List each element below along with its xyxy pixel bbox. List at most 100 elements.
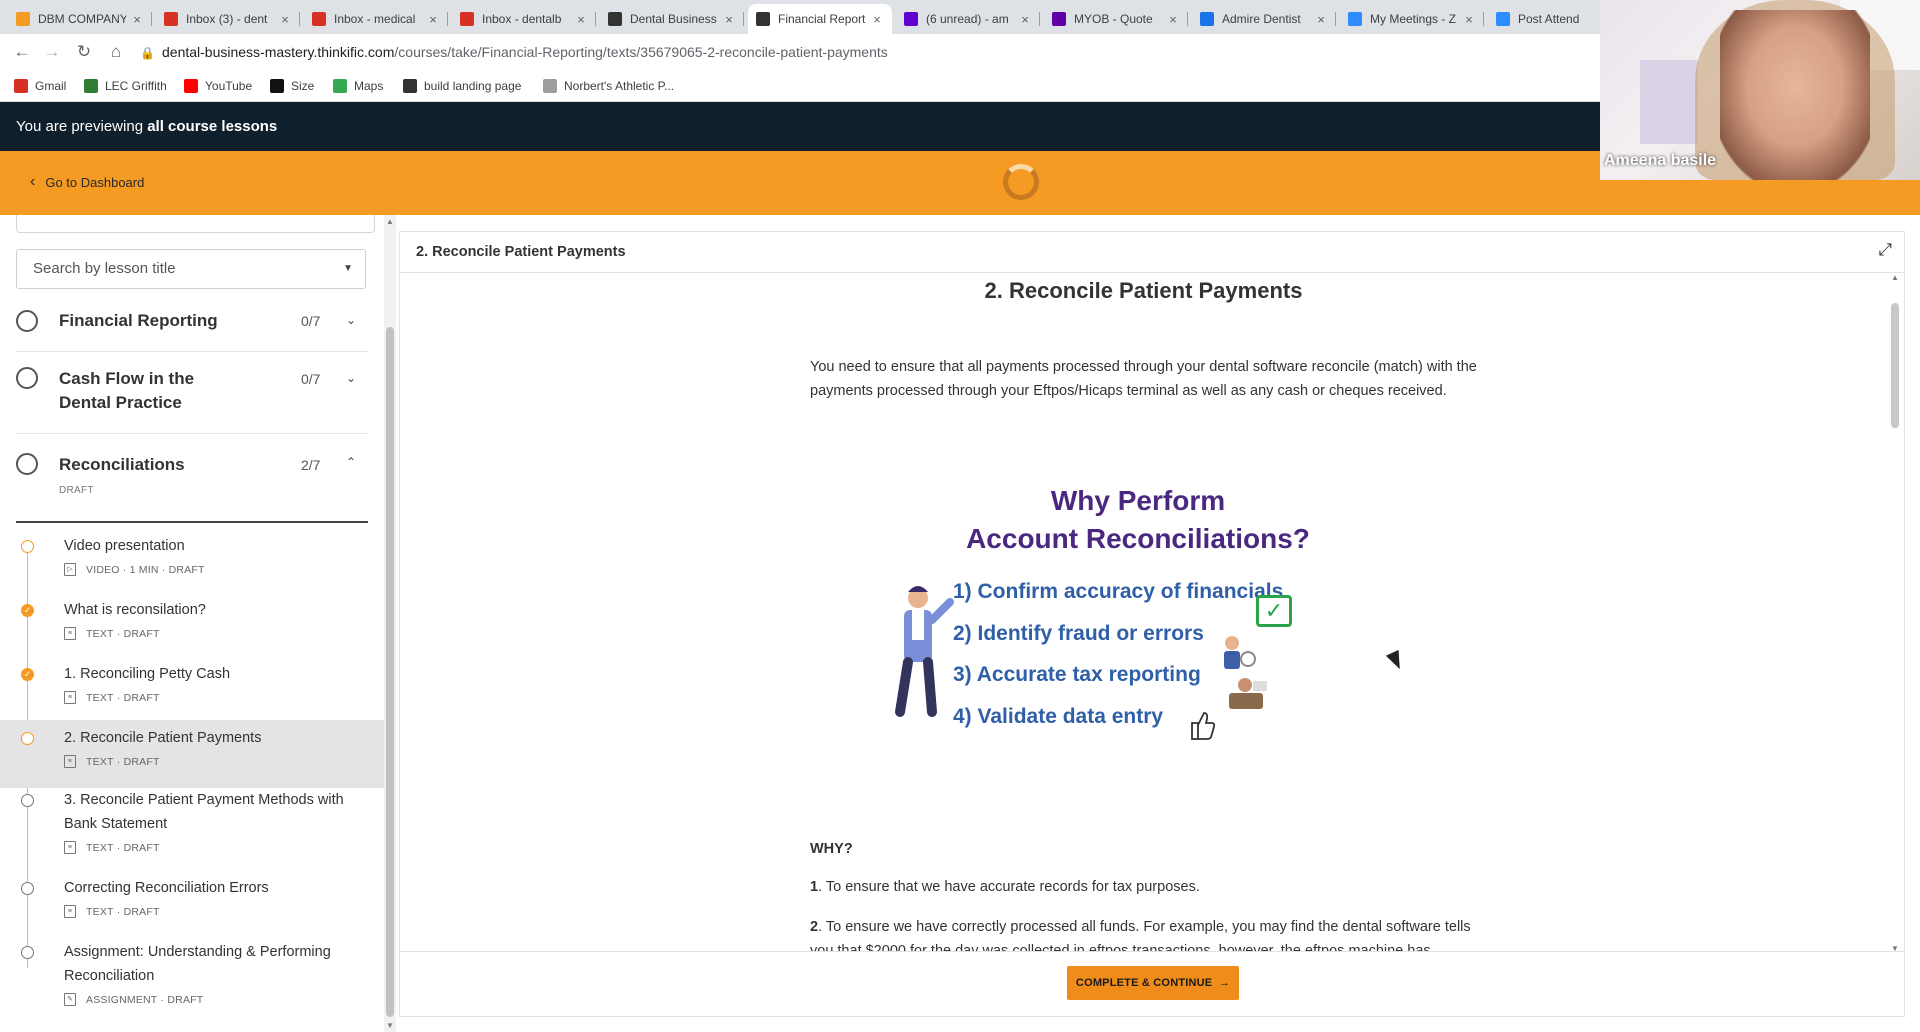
- tab-separator: [595, 12, 596, 26]
- close-icon[interactable]: ×: [574, 12, 588, 27]
- bookmark-item[interactable]: LEC Griffith: [84, 78, 167, 94]
- home-icon[interactable]: ⌂: [106, 42, 126, 62]
- wall-poster: [1640, 60, 1698, 144]
- go-to-dashboard-link[interactable]: ‹ Go to Dashboard: [30, 173, 144, 191]
- tab-title: DBM COMPANY: [38, 12, 126, 26]
- close-icon[interactable]: ×: [130, 12, 144, 27]
- gmail-icon: [14, 79, 28, 93]
- browser-tab[interactable]: DBM COMPANY ×: [8, 4, 152, 34]
- lock-icon: 🔒: [140, 46, 155, 60]
- chevron-left-icon: ‹: [30, 173, 36, 190]
- chapter-financial-reporting[interactable]: Financial Reporting 0/7 ⌄: [16, 293, 368, 352]
- bookmark-item[interactable]: Gmail: [14, 78, 66, 94]
- lesson-type: VIDEO: [86, 563, 120, 576]
- browser-tab[interactable]: Admire Dentist ×: [1192, 4, 1336, 34]
- tab-separator: [1187, 12, 1188, 26]
- lesson-footer: COMPLETE & CONTINUE →: [400, 951, 1904, 1016]
- lesson-status-dot-icon: [21, 794, 34, 807]
- bookmark-item[interactable]: YouTube: [184, 78, 252, 94]
- bookmark-label: Norbert's Athletic P...: [564, 79, 675, 93]
- bookmark-label: Maps: [354, 79, 384, 93]
- chapter-reconciliations[interactable]: Reconciliations 2/7 ⌃ DRAFT: [16, 433, 368, 523]
- infographic-item: 4) Validate data entry: [953, 705, 1164, 728]
- lesson-status-dot-icon: [21, 540, 34, 553]
- lesson-search-select[interactable]: Search by lesson title ▼: [16, 249, 366, 289]
- expand-fullscreen-icon[interactable]: ⤢: [1878, 240, 1892, 260]
- globe-icon: [84, 79, 98, 93]
- content-scroll-thumb[interactable]: [1891, 303, 1899, 428]
- lesson-item-assignment[interactable]: Assignment: Understanding & Performing R…: [0, 940, 384, 1032]
- close-icon[interactable]: ×: [870, 12, 884, 27]
- complete-button-label: COMPLETE & CONTINUE: [1075, 977, 1213, 989]
- browser-tab[interactable]: Inbox - medical ×: [304, 4, 448, 34]
- close-icon[interactable]: ×: [1166, 12, 1180, 27]
- tab-separator: [1335, 12, 1336, 26]
- bookmark-item[interactable]: build landing page: [403, 78, 521, 94]
- browser-tab[interactable]: (6 unread) - am ×: [896, 4, 1040, 34]
- close-icon[interactable]: ×: [1462, 12, 1476, 27]
- complete-and-continue-button[interactable]: COMPLETE & CONTINUE →: [1067, 966, 1239, 1000]
- lesson-item-reconcile-patient-payments[interactable]: 2. Reconcile Patient Payments ≡ TEXT · D…: [0, 720, 384, 788]
- lesson-title: What is reconsilation?: [64, 602, 206, 618]
- close-icon[interactable]: ×: [426, 12, 440, 27]
- chevron-up-icon[interactable]: ⌃: [346, 455, 356, 469]
- scroll-up-arrow-icon[interactable]: ▲: [386, 217, 394, 226]
- gmail-icon: [312, 12, 326, 26]
- browser-tab[interactable]: Financial Report ×: [748, 4, 892, 34]
- close-icon[interactable]: ×: [722, 12, 736, 27]
- checkmark-icon: ✓: [21, 668, 34, 681]
- back-arrow-icon[interactable]: ←: [12, 42, 32, 62]
- browser-tab[interactable]: MYOB - Quote ×: [1044, 4, 1188, 34]
- lesson-title: Video presentation: [64, 538, 185, 554]
- close-icon[interactable]: ×: [278, 12, 292, 27]
- chevron-down-icon[interactable]: ⌄: [346, 371, 356, 385]
- scroll-down-arrow-icon[interactable]: ▼: [386, 1021, 394, 1030]
- tab-separator: [447, 12, 448, 26]
- chevron-down-icon[interactable]: ⌄: [346, 313, 356, 327]
- lesson-item-correcting-errors[interactable]: Correcting Reconciliation Errors ≡ TEXT …: [0, 876, 384, 940]
- lesson-item-reconciling-petty-cash[interactable]: ✓ 1. Reconciling Petty Cash ≡ TEXT · DRA…: [0, 660, 384, 724]
- browser-tab[interactable]: Dental Business ×: [600, 4, 744, 34]
- content-scrollbar[interactable]: ▲ ▼: [1886, 273, 1904, 953]
- close-icon[interactable]: ×: [1314, 12, 1328, 27]
- chapter-title: Financial Reporting: [59, 311, 218, 330]
- forward-arrow-icon[interactable]: →: [42, 42, 62, 62]
- detective-illustration: [1224, 636, 1256, 669]
- browser-tab[interactable]: Inbox (3) - dent ×: [156, 4, 300, 34]
- lesson-status: DRAFT: [123, 691, 160, 704]
- lesson-type: TEXT: [86, 691, 114, 704]
- chapter-count: 2/7: [301, 457, 321, 473]
- youtube-icon: [184, 79, 198, 93]
- thinkific-icon: [608, 12, 622, 26]
- lesson-item-video-presentation[interactable]: Video presentation ▷ VIDEO · 1 MIN · DRA…: [0, 532, 384, 596]
- lesson-item-what-is-reconsilation[interactable]: ✓ What is reconsilation? ≡ TEXT · DRAFT: [0, 596, 384, 660]
- text-document-icon: ≡: [64, 627, 76, 640]
- lesson-item-reconcile-payment-methods[interactable]: 3. Reconcile Patient Payment Methods wit…: [0, 788, 384, 876]
- bookmark-label: LEC Griffith: [105, 79, 167, 93]
- bookmark-item[interactable]: Size: [270, 78, 314, 94]
- chapter-cash-flow[interactable]: Cash Flow in the Dental Practice 0/7 ⌄: [16, 351, 368, 434]
- checkmark-icon: ✓: [21, 604, 34, 617]
- close-icon[interactable]: ×: [1018, 12, 1032, 27]
- reload-icon[interactable]: ↻: [74, 42, 94, 62]
- browser-tab[interactable]: My Meetings - Z ×: [1340, 4, 1484, 34]
- bookmark-item[interactable]: Norbert's Athletic P...: [543, 78, 674, 94]
- sidebar-scroll-thumb[interactable]: [386, 327, 394, 1017]
- reconciliation-infographic: Why Perform Account Reconciliations? 1) …: [878, 485, 1398, 740]
- thinkific-icon: [756, 12, 770, 26]
- text-document-icon: ≡: [64, 691, 76, 704]
- bookmark-label: Gmail: [35, 79, 67, 93]
- tab-title: Inbox (3) - dent: [186, 12, 268, 26]
- bookmark-item[interactable]: Maps: [333, 78, 383, 94]
- browser-tab[interactable]: Inbox - dentalb ×: [452, 4, 596, 34]
- infographic-title-line2: Account Reconciliations?: [966, 523, 1310, 554]
- lesson-heading: 2. Reconcile Patient Payments: [984, 278, 1303, 303]
- sidebar-scrollbar[interactable]: ▲ ▼: [384, 215, 396, 1032]
- reason-2: 2. To ensure we have correctly processed…: [810, 915, 1490, 953]
- lesson-title: Assignment: Understanding & Performing R…: [64, 944, 331, 984]
- video-call-tile[interactable]: Ameena basile: [1600, 0, 1920, 180]
- text-document-icon: ≡: [64, 841, 76, 854]
- zoom-icon: [1496, 12, 1510, 26]
- address-bar[interactable]: 🔒 dental-business-mastery.thinkific.com/c…: [140, 38, 1400, 66]
- scroll-up-arrow-icon[interactable]: ▲: [1891, 273, 1899, 282]
